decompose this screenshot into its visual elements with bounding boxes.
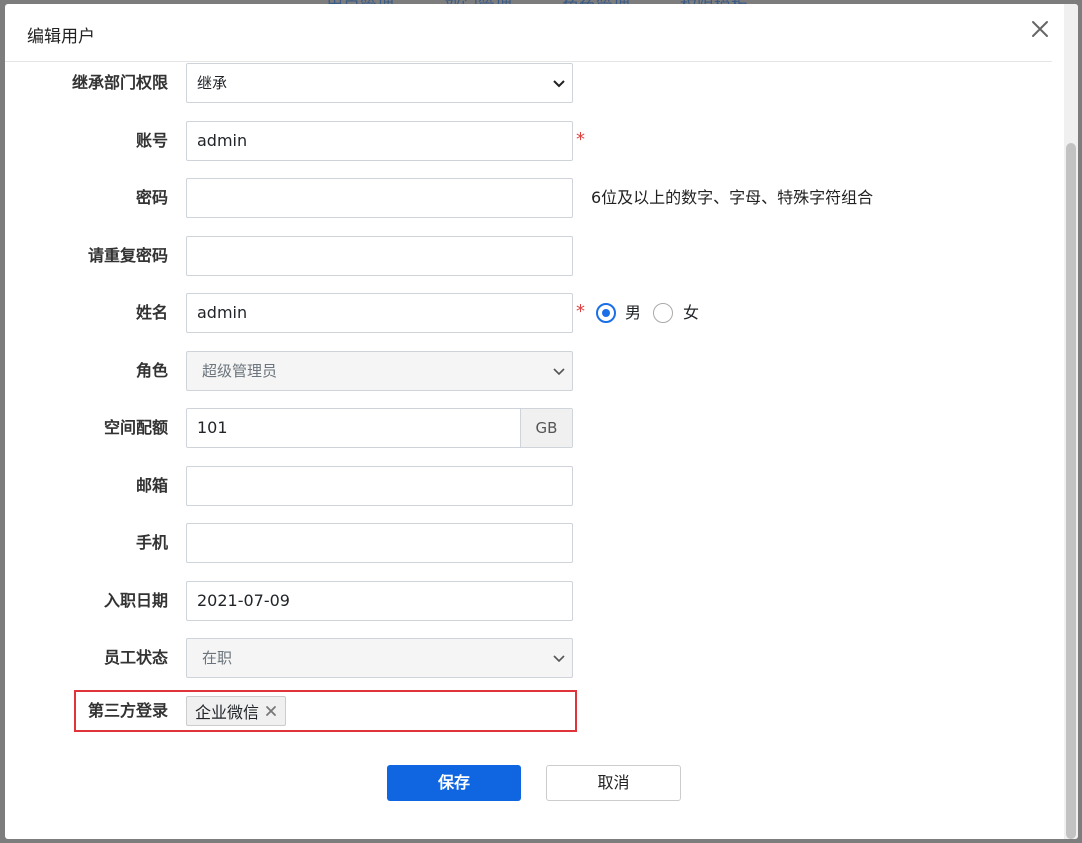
hire-date-value: 2021-07-09 [197, 591, 290, 610]
required-marker: * [576, 301, 585, 322]
close-icon [1032, 21, 1048, 37]
phone-row: 手机 [5, 523, 1045, 563]
role-select[interactable]: 超级管理员 [186, 351, 573, 391]
status-value: 在职 [202, 649, 233, 667]
chevron-down-icon [553, 368, 565, 376]
cancel-button[interactable]: 取消 [546, 765, 681, 801]
name-value: admin [197, 303, 248, 322]
password-repeat-row: 请重复密码 [5, 236, 1045, 276]
quota-unit: GB [520, 409, 572, 447]
role-label: 角色 [135, 361, 168, 380]
account-row: 账号 admin * [5, 121, 1045, 161]
close-button[interactable] [1027, 16, 1053, 42]
edit-user-dialog: 编辑用户 继承部门权限 继承 账号 admin * 密码 6位及以上的数字、字母… [5, 4, 1078, 839]
scrollbar[interactable] [1064, 4, 1078, 839]
quota-label: 空间配额 [103, 418, 168, 437]
password-input[interactable] [186, 178, 573, 218]
password-row: 密码 6位及以上的数字、字母、特殊字符组合 [5, 178, 1045, 218]
chevron-down-icon [553, 655, 565, 663]
quota-input[interactable]: 101 GB [186, 408, 573, 448]
password-hint: 6位及以上的数字、字母、特殊字符组合 [591, 188, 874, 207]
email-label: 邮箱 [135, 476, 168, 495]
tag-remove-icon[interactable] [265, 705, 277, 717]
email-input[interactable] [186, 466, 573, 506]
dialog-title: 编辑用户 [27, 27, 95, 47]
tag-label: 企业微信 [195, 703, 260, 722]
phone-label: 手机 [135, 533, 168, 552]
status-row: 员工状态 在职 [5, 638, 1045, 678]
gender-male-radio[interactable] [596, 303, 616, 323]
third-party-tag: 企业微信 [186, 696, 287, 726]
third-party-row: 第三方登录 [5, 691, 1045, 731]
account-value: admin [197, 131, 248, 150]
save-button[interactable]: 保存 [387, 765, 521, 801]
gender-female-label[interactable]: 女 [683, 293, 699, 333]
phone-input[interactable] [186, 523, 573, 563]
required-marker: * [576, 129, 585, 150]
password-repeat-label: 请重复密码 [87, 246, 168, 265]
gender-female-radio[interactable] [653, 303, 673, 323]
inherit-select[interactable]: 继承 [186, 63, 573, 103]
inherit-label: 继承部门权限 [71, 73, 168, 92]
third-party-label: 第三方登录 [87, 701, 168, 720]
password-label: 密码 [135, 188, 168, 207]
status-label: 员工状态 [103, 648, 168, 667]
name-row: 姓名 admin * 男 女 [5, 293, 1045, 333]
account-label: 账号 [135, 131, 168, 150]
quota-row: 空间配额 101 GB [5, 408, 1045, 448]
role-value: 超级管理员 [202, 362, 278, 380]
dialog-header: 编辑用户 [5, 4, 1052, 62]
scrollbar-thumb[interactable] [1066, 143, 1076, 839]
hire-date-label: 入职日期 [103, 591, 168, 610]
status-select[interactable]: 在职 [186, 638, 573, 678]
account-input[interactable]: admin [186, 121, 573, 161]
hire-date-row: 入职日期 2021-07-09 [5, 581, 1045, 621]
password-repeat-input[interactable] [186, 236, 573, 276]
quota-value: 101 [197, 418, 228, 437]
name-input[interactable]: admin [186, 293, 573, 333]
inherit-row: 继承部门权限 继承 [5, 63, 1045, 103]
inherit-value: 继承 [197, 74, 228, 92]
role-row: 角色 超级管理员 [5, 351, 1045, 391]
hire-date-input[interactable]: 2021-07-09 [186, 581, 573, 621]
chevron-down-icon [553, 80, 565, 88]
email-row: 邮箱 [5, 466, 1045, 506]
gender-male-label[interactable]: 男 [625, 293, 641, 333]
name-label: 姓名 [135, 303, 168, 322]
